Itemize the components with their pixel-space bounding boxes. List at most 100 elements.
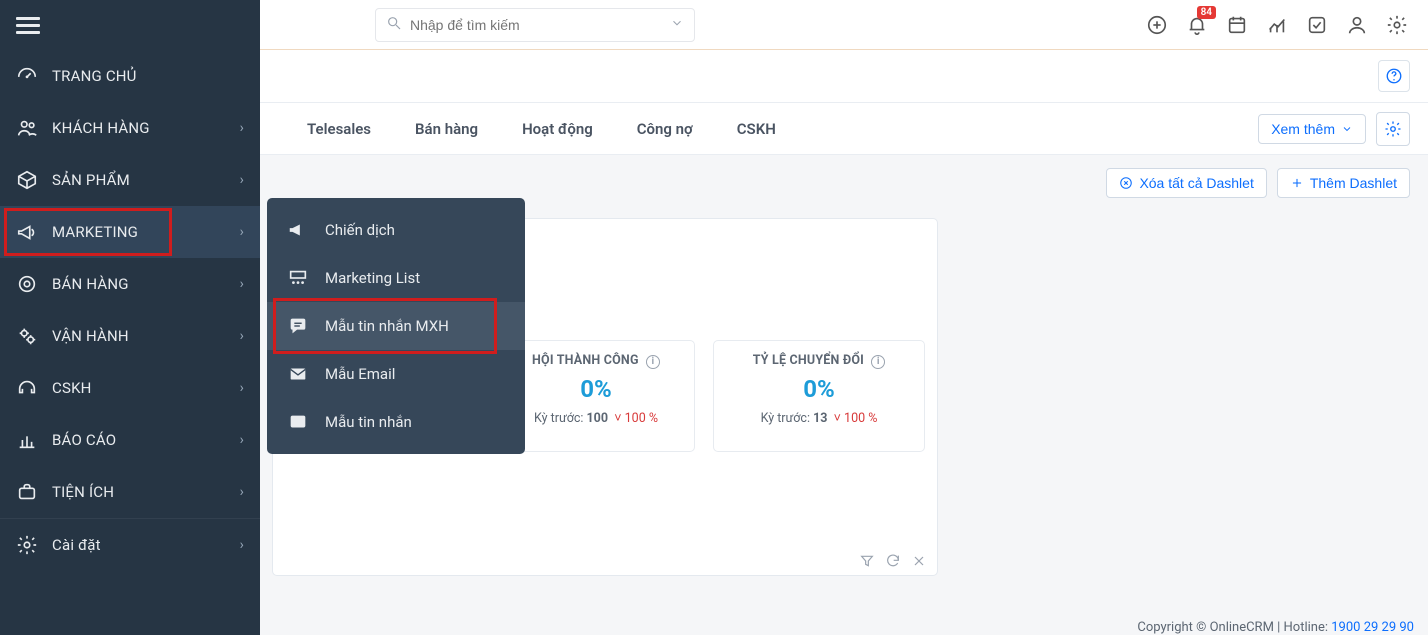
sidebar-item-marketing[interactable]: MARKETING › (0, 206, 260, 258)
headset-icon (16, 377, 38, 399)
close-circle-icon (1119, 176, 1133, 190)
kpi-title: HỘI THÀNH CÔNG i (512, 353, 680, 369)
info-icon[interactable]: i (871, 355, 885, 369)
submenu-label: Mẫu tin nhắn MXH (325, 317, 449, 335)
dashlet-actions: Xóa tất cả Dashlet Thêm Dashlet (1106, 168, 1410, 198)
chevron-right-icon: › (240, 224, 244, 240)
tab-settings-button[interactable] (1376, 112, 1410, 146)
sidebar-label: Cài đặt (52, 536, 240, 554)
megaphone-icon (16, 221, 38, 243)
add-dashlet-label: Thêm Dashlet (1310, 175, 1397, 191)
sidebar-label: TRANG CHỦ (52, 67, 244, 85)
dashlet-tools (859, 553, 927, 569)
bar-chart-icon (16, 429, 38, 451)
cogs-icon (16, 325, 38, 347)
trend-down: ˅ 100 % (834, 411, 878, 426)
chart-icon[interactable] (1266, 14, 1288, 36)
kpi-value: 0% (512, 375, 680, 403)
sidebar-item-reports[interactable]: BÁO CÁO › (0, 414, 260, 466)
calendar-icon[interactable] (1226, 14, 1248, 36)
trend-down: ˅ 100 % (614, 411, 658, 426)
check-icon[interactable] (1306, 14, 1328, 36)
tab-cong-no[interactable]: Công nợ (615, 103, 715, 154)
marketing-submenu: Chiến dịch Marketing List Mẫu tin nhắn M… (267, 198, 525, 454)
submenu-label: Chiến dịch (325, 221, 395, 239)
sidebar-item-sales[interactable]: BÁN HÀNG › (0, 258, 260, 310)
sidebar: TRANG CHỦ KHÁCH HÀNG › SẢN PHẨM › MARKET… (0, 0, 260, 635)
tab-hoat-dong[interactable]: Hoạt động (500, 103, 615, 154)
close-icon[interactable] (911, 553, 927, 569)
delete-all-label: Xóa tất cả Dashlet (1139, 175, 1253, 191)
sidebar-item-home[interactable]: TRANG CHỦ (0, 50, 260, 102)
submenu-label: Mẫu tin nhắn (325, 413, 412, 431)
sidebar-item-operations[interactable]: VẬN HÀNH › (0, 310, 260, 362)
submenu-campaigns[interactable]: Chiến dịch (267, 206, 525, 254)
footer: Copyright © OnlineCRM | Hotline: 1900 29… (1137, 620, 1414, 635)
info-icon[interactable]: i (646, 355, 660, 369)
help-button[interactable] (1378, 60, 1410, 92)
chevron-right-icon: › (240, 432, 244, 448)
sidebar-label: BÁO CÁO (52, 431, 240, 449)
submenu-email-template[interactable]: Mẫu Email (267, 350, 525, 398)
users-icon (16, 117, 38, 139)
sidebar-label: CSKH (52, 379, 240, 397)
add-icon[interactable] (1146, 14, 1168, 36)
gear-icon[interactable] (1386, 14, 1408, 36)
filter-icon[interactable] (859, 553, 875, 569)
sidebar-label: BÁN HÀNG (52, 275, 240, 293)
search-input[interactable] (410, 17, 670, 33)
dashboard-icon (16, 65, 38, 87)
chat-icon (287, 315, 309, 337)
hotline-link[interactable]: 1900 29 29 90 (1331, 620, 1414, 635)
bell-icon[interactable]: 84 (1186, 14, 1208, 36)
chevron-right-icon: › (240, 380, 244, 396)
chevron-right-icon: › (240, 328, 244, 344)
sidebar-item-cskh[interactable]: CSKH › (0, 362, 260, 414)
see-more-button[interactable]: Xem thêm (1258, 114, 1366, 144)
notification-badge: 84 (1197, 6, 1216, 19)
refresh-icon[interactable] (885, 553, 901, 569)
target-icon (16, 273, 38, 295)
chevron-right-icon: › (240, 537, 244, 553)
submenu-mxh-template[interactable]: Mẫu tin nhắn MXH (267, 302, 525, 350)
kpi-footer: Kỳ trước: 100 ˅ 100 % (512, 411, 680, 426)
chevron-right-icon: › (240, 276, 244, 292)
tab-cskh[interactable]: CSKH (715, 103, 798, 154)
submenu-marketing-list[interactable]: Marketing List (267, 254, 525, 302)
sidebar-item-products[interactable]: SẢN PHẨM › (0, 154, 260, 206)
submenu-sms-template[interactable]: Mẫu tin nhắn (267, 398, 525, 446)
global-search[interactable] (375, 8, 695, 42)
submenu-label: Marketing List (325, 269, 420, 287)
sidebar-label: SẢN PHẨM (52, 171, 240, 189)
sidebar-label: VẬN HÀNH (52, 327, 240, 345)
see-more-label: Xem thêm (1271, 121, 1335, 137)
sidebar-item-customers[interactable]: KHÁCH HÀNG › (0, 102, 260, 154)
plus-icon (1290, 176, 1304, 190)
box-icon (16, 169, 38, 191)
tab-telesales[interactable]: Telesales (285, 103, 393, 154)
chevron-down-icon[interactable] (670, 16, 684, 34)
add-dashlet-button[interactable]: Thêm Dashlet (1277, 168, 1410, 198)
briefcase-icon (16, 481, 38, 503)
gear-icon (16, 534, 38, 556)
top-icons: 84 (1146, 14, 1428, 36)
sidebar-label: TIỆN ÍCH (52, 483, 240, 501)
user-icon[interactable] (1346, 14, 1368, 36)
chevron-right-icon: › (240, 172, 244, 188)
kpi-card-conversion: TỶ LỆ CHUYỂN ĐỔI i 0% Kỳ trước: 13 ˅ 100… (713, 340, 925, 452)
chevron-right-icon: › (240, 120, 244, 136)
list-icon (287, 267, 309, 289)
sidebar-item-utilities[interactable]: TIỆN ÍCH › (0, 466, 260, 518)
megaphone-icon (287, 219, 309, 241)
sidebar-item-settings[interactable]: Cài đặt › (0, 519, 260, 571)
chevron-down-icon (1341, 123, 1353, 135)
kpi-title: TỶ LỆ CHUYỂN ĐỔI i (728, 353, 910, 369)
sidebar-label: MARKETING (52, 223, 240, 241)
sidebar-label: KHÁCH HÀNG (52, 119, 240, 137)
submenu-label: Mẫu Email (325, 365, 395, 383)
delete-all-dashlet-button[interactable]: Xóa tất cả Dashlet (1106, 168, 1266, 198)
kpi-value: 0% (728, 375, 910, 403)
chevron-right-icon: › (240, 484, 244, 500)
hamburger-icon[interactable] (16, 13, 40, 38)
tab-ban-hang[interactable]: Bán hàng (393, 103, 500, 154)
